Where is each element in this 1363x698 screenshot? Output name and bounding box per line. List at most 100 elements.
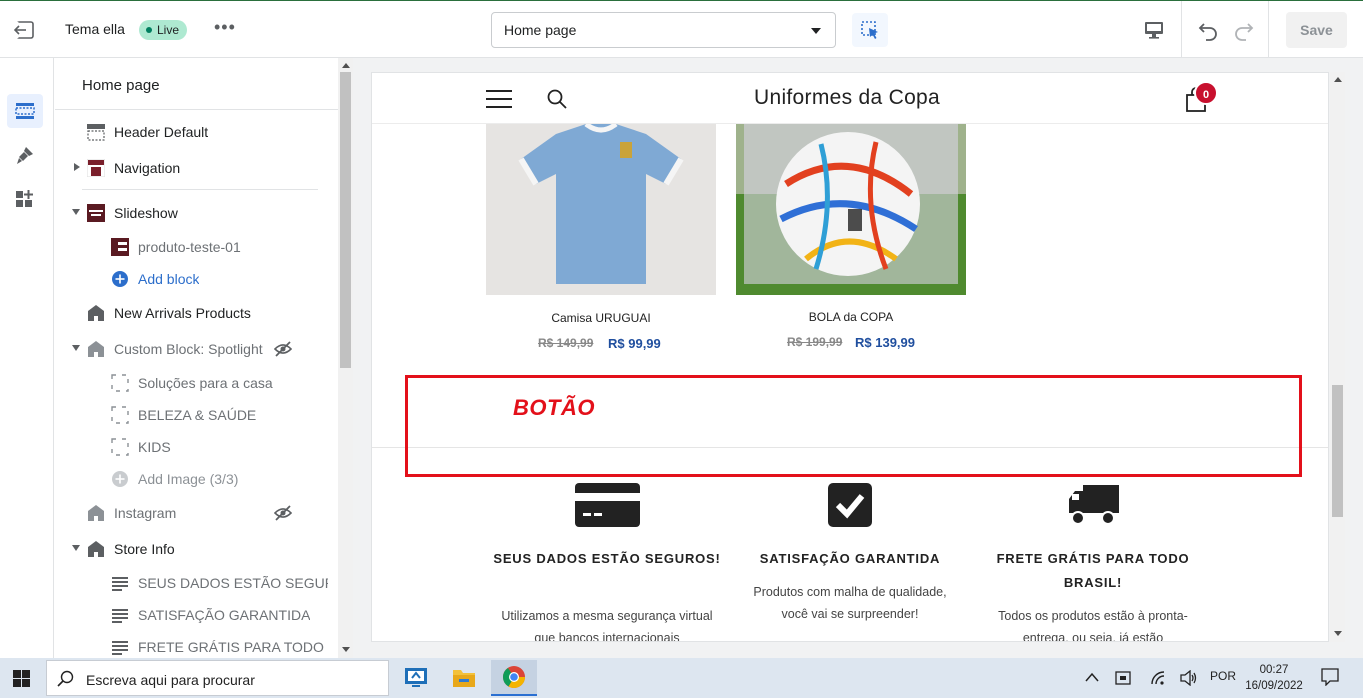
sidebar-title: Home page (82, 77, 160, 94)
windows-start-icon[interactable] (13, 670, 30, 687)
image-block-icon (111, 374, 129, 392)
product-name[interactable]: BOLA da COPA (736, 310, 966, 324)
eye-hidden-icon[interactable] (274, 504, 292, 522)
chevron-right-icon[interactable] (74, 163, 80, 171)
exit-icon[interactable] (14, 19, 36, 41)
feature-description: Produtos com malha de qualidade, você va… (753, 585, 947, 621)
add-image-button: Add Image (3/3) (55, 464, 338, 494)
scroll-up-icon[interactable] (1334, 77, 1342, 82)
delivery-truck-icon (1069, 485, 1119, 525)
taskbar-app-chrome[interactable] (491, 660, 537, 696)
sections-rail-button[interactable] (7, 94, 43, 128)
sections-sidebar: Home page Header Default Navigation Slid… (55, 58, 338, 658)
sidebar-item-label: SEUS DADOS ESTÃO SEGUR... (138, 575, 328, 591)
product-price: R$ 139,99 (855, 335, 915, 350)
sidebar-item-frete-gratis[interactable]: FRETE GRÁTIS PARA TODO B... (55, 632, 338, 658)
sidebar-item-produto-teste-01[interactable]: produto-teste-01 (55, 232, 338, 262)
sidebar-item-solucoes-casa[interactable]: Soluções para a casa (55, 368, 338, 398)
sidebar-item-label: BELEZA & SAÚDE (138, 407, 257, 423)
section-house-icon (88, 341, 104, 357)
page-selector[interactable]: Home page (491, 12, 836, 48)
theme-name: Tema ella (65, 21, 125, 37)
theme-settings-rail-button[interactable] (7, 138, 43, 172)
product-old-price: R$ 199,99 (787, 335, 843, 349)
product-image-camisa-uruguai[interactable] (486, 124, 716, 295)
sidebar-item-new-arrivals[interactable]: New Arrivals Products (55, 298, 338, 328)
checkbox-checked-icon (828, 483, 872, 527)
more-actions-button[interactable]: ••• (214, 17, 236, 38)
product-image-bola-copa[interactable] (736, 124, 966, 295)
live-status-badge: Live (139, 20, 188, 40)
product-name[interactable]: Camisa URUGUAI (486, 311, 716, 325)
app-embeds-rail-button[interactable] (7, 182, 43, 216)
notifications-icon[interactable] (1321, 668, 1339, 686)
taskbar-app-remote-desktop[interactable] (393, 660, 439, 696)
meet-now-icon[interactable] (1115, 669, 1133, 687)
chevron-down-icon[interactable] (72, 545, 80, 551)
apps-icon (16, 190, 33, 207)
sidebar-scrollbar-thumb[interactable] (340, 72, 351, 368)
preview-scrollbar[interactable] (1330, 72, 1345, 642)
inspector-toggle-button[interactable] (852, 13, 888, 47)
folder-icon (453, 670, 475, 687)
input-language-indicator[interactable]: POR (1210, 669, 1236, 683)
storefront-preview[interactable]: Uniformes da Copa 0 Camisa URUGUAI R$ 14… (371, 72, 1329, 642)
save-button[interactable]: Save (1286, 12, 1347, 48)
sidebar-item-kids[interactable]: KIDS (55, 432, 338, 462)
sidebar-item-beleza-saude[interactable]: BELEZA & SAÚDE (55, 400, 338, 430)
windows-taskbar: Escreva aqui para procurar POR 00:27 16/… (0, 658, 1363, 698)
sidebar-item-instagram[interactable]: Instagram (55, 498, 338, 528)
store-name[interactable]: Uniformes da Copa (754, 86, 940, 110)
clock-date: 16/09/2022 (1245, 680, 1303, 692)
undo-icon[interactable] (1196, 18, 1220, 42)
sidebar-item-header-default[interactable]: Header Default (55, 117, 338, 147)
chevron-down-icon[interactable] (72, 345, 80, 351)
chevron-down-icon[interactable] (72, 209, 80, 215)
sidebar-divider (82, 189, 318, 190)
paintbrush-icon (17, 147, 33, 164)
sidebar-item-label: FRETE GRÁTIS PARA TODO B... (138, 639, 328, 655)
sidebar-item-slideshow[interactable]: Slideshow (55, 198, 338, 228)
feature-title: SATISFAÇÃO GARANTIDA (759, 551, 941, 566)
clock-time: 00:27 (1259, 664, 1289, 676)
sidebar-item-seus-dados[interactable]: SEUS DADOS ESTÃO SEGUR... (55, 568, 338, 598)
sidebar-item-label: produto-teste-01 (138, 239, 241, 255)
sidebar-item-store-info[interactable]: Store Info (55, 534, 338, 564)
scroll-up-icon[interactable] (342, 63, 350, 68)
sidebar-scrollbar[interactable] (338, 58, 353, 658)
slideshow-thumbnail-icon (87, 204, 105, 222)
preview-scrollbar-thumb[interactable] (1332, 385, 1343, 517)
toolbar-divider (1268, 1, 1269, 58)
annotation-label: BOTÃO (513, 395, 595, 420)
product-price: R$ 99,99 (608, 336, 661, 351)
sidebar-item-label: SATISFAÇÃO GARANTIDA (138, 607, 311, 623)
scroll-down-icon[interactable] (342, 647, 350, 652)
sidebar-item-satisfacao[interactable]: SATISFAÇÃO GARANTIDA (55, 600, 338, 630)
redo-icon[interactable] (1232, 18, 1256, 42)
add-block-label: Add block (138, 271, 200, 287)
plus-circle-icon (112, 471, 128, 487)
sidebar-item-label: Header Default (114, 124, 209, 140)
taskbar-search-input[interactable]: Escreva aqui para procurar (46, 660, 389, 696)
add-block-button[interactable]: Add block (55, 264, 338, 294)
navigation-thumbnail-icon (87, 159, 105, 177)
menu-icon[interactable] (486, 90, 512, 108)
taskbar-app-file-explorer[interactable] (441, 660, 487, 696)
sidebar-item-navigation[interactable]: Navigation (55, 153, 338, 183)
eye-hidden-icon[interactable] (274, 340, 292, 358)
desktop-view-icon[interactable] (1143, 19, 1165, 41)
annotation-highlight-box (405, 375, 1302, 477)
taskbar-clock[interactable]: 00:27 16/09/2022 (1240, 662, 1308, 694)
image-block-icon (111, 406, 129, 424)
toolbar-divider (1181, 1, 1182, 58)
volume-icon[interactable] (1180, 670, 1198, 686)
search-icon[interactable] (546, 88, 568, 110)
sidebar-item-custom-block-spotlight[interactable]: Custom Block: Spotlight (55, 334, 338, 364)
chrome-icon (503, 666, 525, 688)
product-old-price: R$ 149,99 (538, 336, 594, 350)
chevron-up-icon[interactable] (1085, 672, 1099, 682)
wifi-icon[interactable] (1150, 670, 1168, 686)
text-block-icon (112, 641, 128, 655)
scroll-down-icon[interactable] (1334, 631, 1342, 636)
credit-card-icon (575, 483, 640, 527)
